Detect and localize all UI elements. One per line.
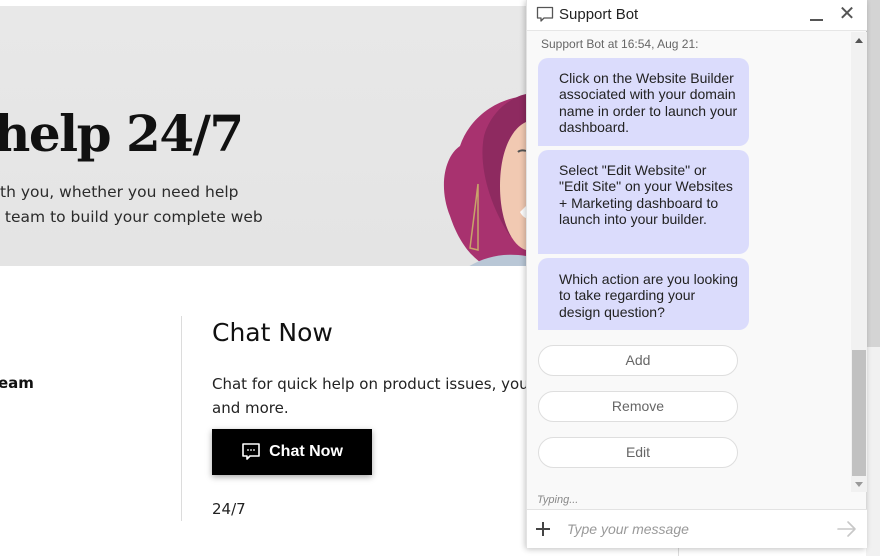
message-composer — [527, 509, 867, 548]
message-meta: Support Bot at 16:54, Aug 21: — [541, 37, 699, 51]
chat-now-description-line: Chat for quick help on product issues, y… — [212, 375, 549, 393]
minimize-button[interactable] — [808, 4, 826, 26]
close-icon: ✕ — [838, 3, 856, 25]
bot-message: Which action are you looking to take reg… — [538, 258, 749, 330]
scroll-down-arrow-icon[interactable] — [851, 478, 867, 492]
bot-message: Click on the Website Builder associated … — [538, 58, 749, 146]
page-scrollbar-thumb[interactable] — [866, 0, 880, 347]
page-scrollbar-track[interactable] — [866, 347, 880, 556]
column-divider — [181, 316, 182, 521]
quick-reply-remove[interactable]: Remove — [538, 391, 738, 422]
scroll-up-arrow-icon[interactable] — [851, 34, 867, 48]
chat-now-description: Chat for quick help on product issues, y… — [212, 372, 549, 420]
chat-bubble-icon — [242, 443, 260, 460]
chat-now-heading: Chat Now — [212, 318, 333, 347]
attach-button[interactable] — [535, 518, 553, 540]
quick-reply-edit[interactable]: Edit — [538, 437, 738, 468]
chat-scrollbar-thumb[interactable] — [852, 350, 866, 476]
hero-photo — [444, 94, 530, 266]
support-bot-chat-widget: Support Bot ✕ Support Bot at 16:54, Aug … — [526, 0, 867, 548]
support-team-label: eam — [0, 374, 34, 392]
chat-bubble-icon — [536, 6, 554, 22]
chat-now-button-label: Chat Now — [269, 443, 343, 460]
chat-header: Support Bot ✕ — [527, 0, 867, 31]
close-button[interactable]: ✕ — [837, 3, 857, 25]
hero-subtitle-line: th you, whether you need help — [0, 183, 239, 201]
typing-indicator: Typing... — [537, 494, 579, 506]
chat-title: Support Bot — [559, 6, 639, 23]
chat-message-log: Support Bot at 16:54, Aug 21: Click on t… — [527, 32, 851, 492]
hero-subtitle-line: team to build your complete web — [0, 208, 263, 226]
chat-now-description-line: and more. — [212, 399, 289, 417]
hero-title: help 24/7 — [0, 104, 244, 163]
hero-subtitle: th you, whether you need help team to bu… — [0, 180, 263, 230]
send-arrow-icon — [837, 521, 856, 537]
send-button[interactable] — [836, 519, 858, 539]
chat-now-button[interactable]: Chat Now — [212, 429, 372, 475]
bot-message: Select "Edit Website" or "Edit Site" on … — [538, 150, 749, 254]
message-input[interactable] — [567, 516, 817, 542]
availability-hours: 24/7 — [212, 500, 246, 518]
quick-reply-add[interactable]: Add — [538, 345, 738, 376]
